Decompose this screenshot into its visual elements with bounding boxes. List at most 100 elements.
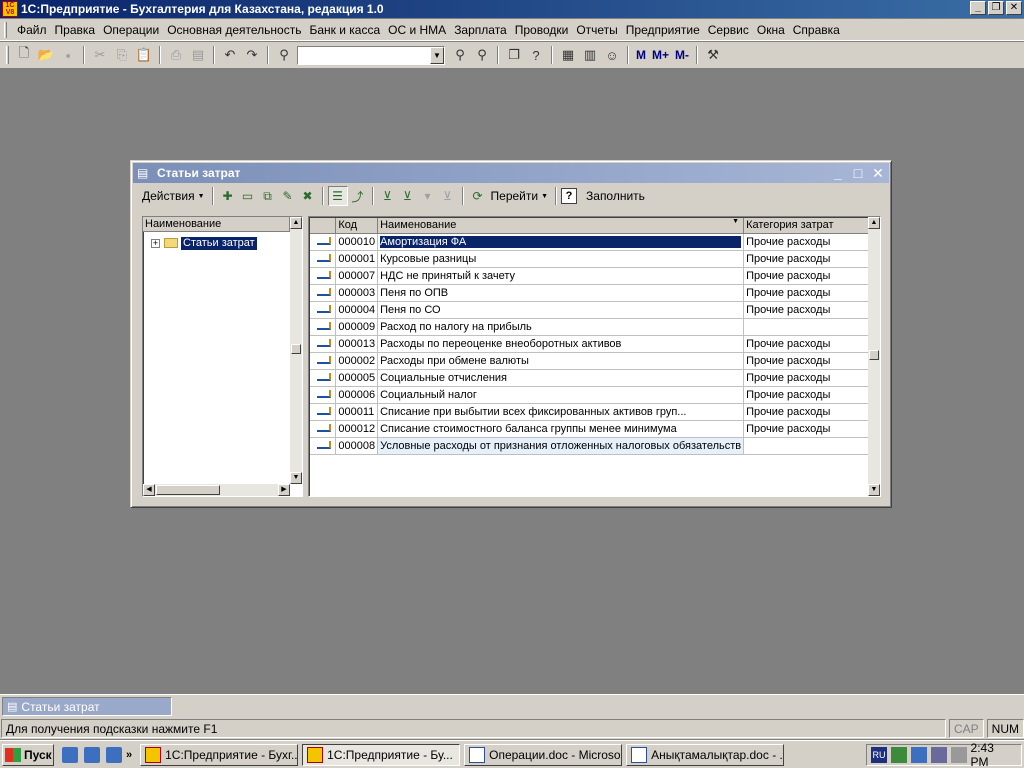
menu-salary[interactable]: Зарплата [450, 23, 511, 37]
table-row[interactable]: 000002 Расходы при обмене валюты Прочие ра… [310, 352, 880, 370]
start-button[interactable]: Пуск [2, 743, 54, 766]
menu-main-activity[interactable]: Основная деятельность [163, 23, 305, 37]
goto-menu-button[interactable]: Перейти ▼ [488, 189, 552, 203]
name-cell[interactable]: Списание при выбытии всех фиксированных … [377, 403, 745, 421]
column-header-category[interactable]: Категория затрат [743, 218, 880, 234]
table-row[interactable]: 000012 Списание стоимостного баланса груп… [310, 420, 880, 438]
refresh-icon[interactable]: ⟳ [468, 186, 488, 206]
table-row[interactable]: 000005 Социальные отчисления Прочие расход… [310, 369, 880, 387]
filter-icon[interactable]: ⊻ [378, 186, 398, 206]
menu-fixed-assets[interactable]: ОС и НМА [384, 23, 450, 37]
fill-button[interactable]: Заполнить [583, 189, 648, 203]
code-cell[interactable]: 000009 [335, 318, 379, 336]
category-cell[interactable]: Прочие расходы [743, 250, 880, 268]
find-next-icon[interactable]: ⚲ [450, 45, 470, 65]
menu-file[interactable]: Файл [13, 23, 51, 37]
redo-icon[interactable]: ↷ [242, 45, 262, 65]
code-cell[interactable]: 000012 [335, 420, 379, 438]
search-dropdown-icon[interactable]: ▼ [430, 46, 444, 64]
volume-icon[interactable] [950, 746, 967, 763]
internet-explorer-icon[interactable] [62, 746, 78, 763]
find-previous-icon[interactable]: ⚲ [472, 45, 492, 65]
menu-operations[interactable]: Операции [99, 23, 163, 37]
category-cell[interactable] [743, 437, 880, 455]
actions-menu-button[interactable]: Действия ▼ [139, 189, 208, 203]
copy-item-icon[interactable]: ⧉ [258, 186, 278, 206]
help-1c-icon[interactable]: ? [526, 45, 546, 65]
name-cell[interactable]: Амортизация ФА [377, 233, 745, 251]
scroll-up-icon[interactable]: ▲ [868, 217, 880, 229]
add-item-icon[interactable]: ✚ [218, 186, 238, 206]
category-cell[interactable]: Прочие расходы [743, 403, 880, 421]
scroll-up-icon[interactable]: ▲ [290, 217, 302, 229]
menu-enterprise[interactable]: Предприятие [622, 23, 704, 37]
category-cell[interactable]: Прочие расходы [743, 267, 880, 285]
open-folder-icon[interactable]: 📂 [36, 45, 56, 65]
code-cell[interactable]: 000003 [335, 284, 379, 302]
table-vertical-scrollbar[interactable]: ▲ ▼ [868, 217, 880, 496]
table-row[interactable]: 000006 Социальный налог Прочие расходы [310, 386, 880, 404]
delete-item-icon[interactable]: ✖ [298, 186, 318, 206]
windows-icon[interactable]: ❐ [504, 45, 524, 65]
copy-icon[interactable]: ⎘ [112, 45, 132, 65]
child-close-button[interactable]: ✕ [871, 165, 885, 182]
scroll-down-icon[interactable]: ▼ [290, 472, 302, 484]
category-cell[interactable]: Прочие расходы [743, 233, 880, 251]
window-tab-cost-items[interactable]: ▤ Статьи затрат [2, 697, 172, 716]
clear-filter-icon[interactable]: ⊻ [438, 186, 458, 206]
scroll-right-icon[interactable]: ▶ [278, 484, 290, 496]
code-cell[interactable]: 000007 [335, 267, 379, 285]
name-cell[interactable]: Расход по налогу на прибыль [377, 318, 745, 336]
print-icon[interactable]: ⎙ [166, 45, 186, 65]
name-cell[interactable]: Социальные отчисления [377, 369, 745, 387]
name-cell[interactable]: Условные расходы от признания отложенных… [377, 437, 745, 455]
calculator-icon[interactable]: ▦ [558, 45, 578, 65]
menu-help[interactable]: Справка [789, 23, 844, 37]
name-cell[interactable]: НДС не принятый к зачету [377, 267, 745, 285]
menu-edit[interactable]: Правка [51, 23, 100, 37]
code-cell[interactable]: 000001 [335, 250, 379, 268]
name-cell[interactable]: Списание стоимостного баланса группы мен… [377, 420, 745, 438]
menu-bank-cash[interactable]: Банк и касса [305, 23, 384, 37]
undo-icon[interactable]: ↶ [220, 45, 240, 65]
name-cell[interactable]: Расходы по переоценке внеоборотных актив… [377, 335, 745, 353]
name-cell[interactable]: Социальный налог [377, 386, 745, 404]
quicklaunch-more-icon[interactable]: » [126, 749, 132, 761]
group-tree[interactable]: Наименование + Статьи затрат ▲ ▼ ◀ ▶ [142, 216, 303, 497]
code-cell[interactable]: 000002 [335, 352, 379, 370]
scroll-thumb[interactable] [291, 344, 301, 354]
menu-reports[interactable]: Отчеты [572, 23, 621, 37]
add-group-icon[interactable]: ▭ [238, 186, 258, 206]
user-icon[interactable]: ☺ [602, 45, 622, 65]
menu-entries[interactable]: Проводки [511, 23, 573, 37]
table-row[interactable]: 000003 Пеня по ОПВ Прочие расходы [310, 284, 880, 302]
task-references-doc[interactable]: Анықтамалықтар.doc - ... [626, 743, 785, 766]
name-cell[interactable]: Расходы при обмене валюты [377, 352, 745, 370]
code-cell[interactable]: 000010 [335, 233, 379, 251]
memory-subtract-button[interactable]: M- [675, 48, 689, 62]
calendar-icon[interactable]: ▥ [580, 45, 600, 65]
hierarchy-view-icon[interactable]: ☰ [327, 186, 348, 206]
table-row[interactable]: 000004 Пеня по СО Прочие расходы [310, 301, 880, 319]
tree-column-header[interactable]: Наименование [143, 217, 290, 232]
memory-add-button[interactable]: M+ [652, 48, 669, 62]
table-row[interactable]: 000007 НДС не принятый к зачету Прочие рас… [310, 267, 880, 285]
category-cell[interactable]: Прочие расходы [743, 335, 880, 353]
child-minimize-button[interactable]: _ [831, 165, 845, 182]
category-cell[interactable]: Прочие расходы [743, 301, 880, 319]
table-row[interactable]: 000008 Условные расходы от признания отло… [310, 437, 880, 455]
tree-horizontal-scrollbar[interactable]: ◀ ▶ [143, 484, 290, 496]
child-maximize-button[interactable]: □ [851, 165, 865, 182]
cost-items-table[interactable]: Код Наименование ▼ Категория затрат 00001… [308, 216, 881, 497]
table-row[interactable]: 000011 Списание при выбытии всех фиксиров… [310, 403, 880, 421]
code-cell[interactable]: 000008 [335, 437, 379, 455]
category-cell[interactable] [743, 318, 880, 336]
new-document-icon[interactable]: 🗋 [14, 45, 34, 65]
antivirus-icon[interactable] [910, 746, 927, 763]
name-cell[interactable]: Пеня по ОПВ [377, 284, 745, 302]
memory-button[interactable]: M [636, 48, 646, 62]
restore-button[interactable]: ❐ [988, 1, 1004, 15]
table-row[interactable]: 000009 Расход по налогу на прибыль [310, 318, 880, 336]
language-indicator[interactable]: RU [871, 746, 887, 763]
code-cell[interactable]: 000005 [335, 369, 379, 387]
